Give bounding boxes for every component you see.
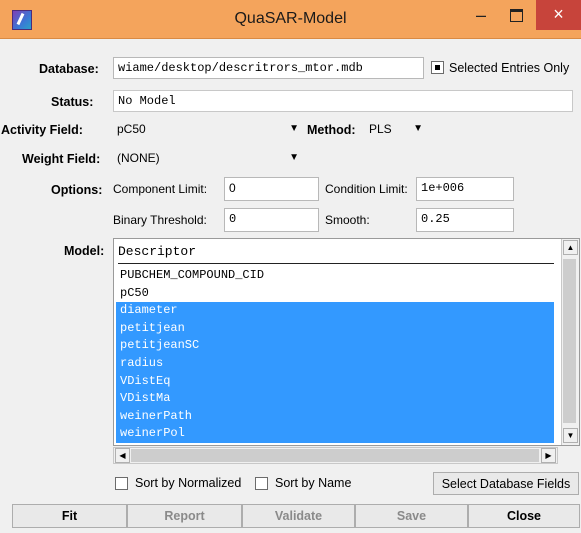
model-list[interactable]: Descriptor PUBCHEM_COMPOUND_CID pC50 dia… (113, 238, 580, 446)
smooth-label: Smooth: (325, 213, 370, 227)
weight-field-select[interactable]: (NONE) ▼ (113, 148, 303, 170)
selected-entries-label: Selected Entries Only (449, 61, 570, 75)
database-label: Database: (39, 62, 99, 76)
chevron-down-icon: ▼ (289, 152, 299, 163)
method-value: PLS (369, 122, 392, 136)
sort-normalized-checkbox[interactable] (115, 477, 128, 490)
sort-name-label: Sort by Name (275, 476, 352, 490)
status-field: No Model (113, 90, 573, 112)
horizontal-scroll-thumb[interactable] (131, 449, 539, 462)
report-button[interactable]: Report (127, 504, 242, 528)
list-item[interactable]: radius (116, 355, 554, 373)
scroll-right-icon[interactable]: ▶ (541, 448, 556, 463)
validate-button[interactable]: Validate (242, 504, 355, 528)
scroll-down-icon[interactable]: ▼ (563, 428, 578, 443)
database-field[interactable]: wiame/desktop/descritrors_mtor.mdb (113, 57, 424, 79)
minimize-button[interactable]: – (465, 0, 497, 30)
title-bar[interactable]: QuaSAR-Model – × (0, 0, 581, 39)
list-item[interactable]: weinerPol (116, 425, 554, 443)
activity-field-label: Activity Field: (1, 123, 83, 137)
weight-field-value: (NONE) (117, 151, 160, 165)
model-label: Model: (64, 244, 105, 258)
vertical-scroll-thumb[interactable] (563, 259, 576, 423)
vertical-scrollbar[interactable]: ▲ ▼ (561, 239, 579, 445)
options-label: Options: (51, 183, 103, 197)
scroll-up-icon[interactable]: ▲ (563, 240, 578, 255)
weight-field-label: Weight Field: (22, 152, 101, 166)
chevron-down-icon: ▼ (413, 123, 423, 134)
list-item[interactable]: weinerPath (116, 407, 554, 426)
list-item[interactable]: diameter (116, 302, 554, 320)
horizontal-scrollbar[interactable]: ◀ ▶ (113, 447, 558, 464)
list-item[interactable]: petitjeanSC (116, 337, 554, 355)
close-window-button[interactable]: × (536, 0, 581, 30)
list-header: Descriptor (118, 241, 554, 264)
method-select[interactable]: PLS ▼ (365, 119, 427, 141)
method-label: Method: (307, 123, 356, 137)
fit-button[interactable]: Fit (12, 504, 127, 528)
list-item[interactable]: VDistMa (116, 390, 554, 408)
select-database-fields-button[interactable]: Select Database Fields (433, 472, 579, 495)
close-button[interactable]: Close (468, 504, 580, 528)
status-label: Status: (51, 95, 94, 109)
save-button[interactable]: Save (355, 504, 468, 528)
activity-field-value: pC50 (117, 122, 146, 136)
binary-threshold-input[interactable]: 0 (224, 208, 319, 232)
list-item[interactable]: petitjean (116, 319, 554, 338)
maximize-icon (509, 9, 523, 22)
condition-limit-label: Condition Limit: (325, 182, 408, 196)
component-limit-input[interactable]: 0 (224, 177, 319, 201)
list-item[interactable]: pC50 (116, 285, 554, 303)
list-item[interactable]: VDistEq (116, 372, 554, 391)
scroll-left-icon[interactable]: ◀ (115, 448, 130, 463)
maximize-button[interactable] (500, 0, 532, 30)
list-item[interactable]: PUBCHEM_COMPOUND_CID (116, 267, 554, 285)
sort-name-checkbox[interactable] (255, 477, 268, 490)
component-limit-label: Component Limit: (113, 182, 208, 196)
smooth-input[interactable]: 0.25 (416, 208, 514, 232)
selected-entries-checkbox[interactable] (431, 61, 444, 74)
chevron-down-icon: ▼ (289, 123, 299, 134)
sort-normalized-label: Sort by Normalized (135, 476, 242, 490)
binary-threshold-label: Binary Threshold: (113, 213, 207, 227)
condition-limit-input[interactable]: 1e+006 (416, 177, 514, 201)
activity-field-select[interactable]: pC50 ▼ (113, 119, 303, 141)
